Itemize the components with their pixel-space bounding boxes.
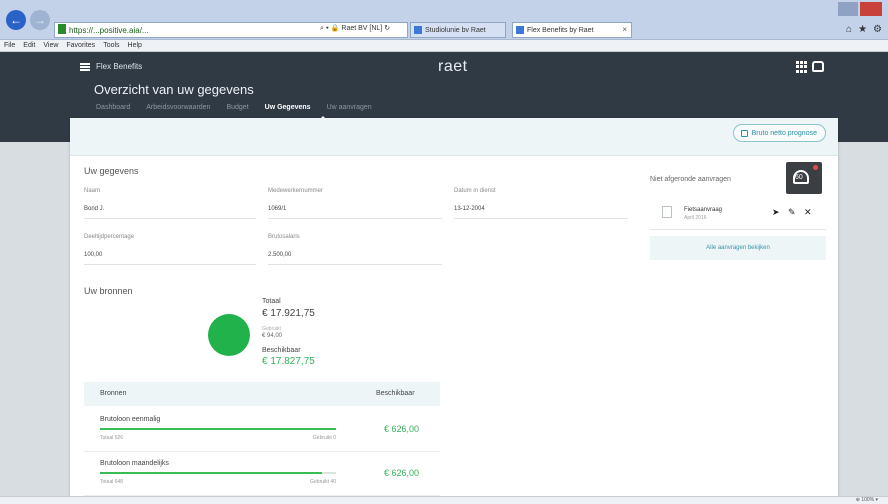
home-icon[interactable]: ⌂ [846, 24, 852, 35]
tab-uw-gegevens[interactable]: Uw Gegevens [265, 104, 311, 111]
browser-titlebar: ← → https://...positive.aia/... ⌕ ▾ 🔒 Ra… [0, 0, 888, 40]
table-header: Bronnen Beschikbaar [84, 382, 440, 406]
tab-label: Flex Benefits by Raet [527, 26, 594, 34]
totaal-label: Totaal [262, 298, 281, 305]
field-value-deeltijdpercentage: 100,00 [84, 252, 256, 265]
sub-navigation: Dashboard Arbeidsvoorwaarden Budget Uw G… [96, 104, 372, 111]
notifications-title: Niet afgeronde aanvragen [650, 176, 731, 183]
row-gebruikt: Gebruikt 0 [312, 435, 336, 441]
field-label-brutosalaris: Brutosalaris [268, 234, 300, 240]
row-name: Brutoloon eenmalig [100, 416, 161, 423]
notification-date: April 2016 [684, 215, 707, 221]
bronnen-title: Uw bronnen [84, 286, 133, 296]
menu-tools[interactable]: Tools [103, 42, 119, 49]
notification-title: Fietsaanvraag [684, 207, 723, 213]
page-title: Overzicht van uw gegevens [94, 82, 254, 97]
site-identity-icon [58, 24, 66, 34]
minimize-button[interactable] [838, 2, 858, 16]
row-totaal: Totaal 626 [100, 435, 124, 441]
menu-view[interactable]: View [43, 42, 58, 49]
hamburger-menu-icon[interactable] [80, 63, 90, 71]
browser-tab[interactable]: Studiolunie bv Raet [410, 22, 506, 38]
field-label-medewerkernummer: Medewerkernummer [268, 188, 324, 194]
beschikbaar-label: Beschikbaar [262, 347, 301, 354]
calculator-icon [740, 130, 748, 137]
table-row[interactable]: Brutoloon maandelijks Totaal 648 Gebruik… [84, 452, 440, 496]
close-window-button[interactable] [860, 2, 882, 16]
delete-close-icon[interactable]: ✕ [804, 207, 812, 218]
main-card: Bruto netto prognose Uw gegevens Naam Bo… [70, 118, 838, 498]
edit-pencil-icon[interactable]: ✎ [788, 207, 796, 218]
favorites-star-icon[interactable]: ★ [858, 24, 867, 35]
browser-statusbar: ⊕ 100% ▾ [0, 496, 888, 504]
tab-label: Studiolunie bv Raet [425, 26, 486, 34]
bruto-netto-prognose-button[interactable]: Bruto netto prognose [732, 124, 826, 142]
field-label-deeltijdpercentage: Deeltijdpercentage [84, 234, 135, 240]
tab-dashboard[interactable]: Dashboard [96, 104, 130, 111]
brand-logo: raet [438, 58, 468, 75]
table-row[interactable]: Brutoloon eenmalig Totaal 626 Gebruikt 0… [84, 408, 440, 452]
window-controls [838, 2, 882, 16]
usage-bar [100, 428, 336, 430]
notification-count: 60 [795, 174, 803, 181]
gebruikt-label: Gebruikt [262, 326, 281, 332]
row-totaal: Totaal 648 [100, 479, 124, 485]
app-name[interactable]: Flex Benefits [96, 62, 142, 71]
menu-file[interactable]: File [4, 42, 15, 49]
column-header-bronnen: Bronnen [100, 390, 127, 397]
tab-close-icon[interactable]: × [622, 25, 627, 34]
zoom-control[interactable]: ⊕ 100% ▾ [856, 497, 878, 503]
back-arrow-icon[interactable]: ← [6, 10, 26, 30]
settings-gear-icon[interactable]: ⚙ [873, 24, 882, 35]
bronnen-pie-chart [208, 314, 250, 356]
notification-dot [813, 165, 818, 170]
column-header-beschikbaar: Beschikbaar [376, 390, 415, 397]
send-icon[interactable]: ➤ [772, 207, 780, 218]
prognose-label: Bruto netto prognose [751, 129, 817, 137]
menu-favorites[interactable]: Favorites [66, 42, 95, 49]
field-value-naam: Bond J. [84, 206, 256, 219]
totaal-value: € 17.921,75 [262, 308, 315, 319]
usage-bar [100, 472, 336, 474]
gegevens-title: Uw gegevens [84, 166, 139, 176]
address-tools[interactable]: ⌕ ▾ 🔒 Raet BV [NL] ↻ [320, 24, 390, 33]
tab-arbeidsvoorwaarden[interactable]: Arbeidsvoorwaarden [146, 104, 210, 111]
notification-item[interactable]: Fietsaanvraag April 2016 ➤ ✎ ✕ [650, 200, 826, 230]
field-label-datum-in-dienst: Datum in dienst [454, 188, 496, 194]
tab-favicon-icon [414, 26, 422, 34]
row-gebruikt: Gebruikt 40 [310, 479, 336, 485]
address-text: https://...positive.aia/... [69, 25, 149, 35]
field-value-medewerkernummer: 1069/1 [268, 206, 442, 219]
document-icon [662, 206, 672, 218]
see-all-requests-link[interactable]: Alle aanvragen bekijken [650, 236, 826, 260]
usage-bar-fill [100, 428, 336, 430]
tab-favicon-icon [516, 26, 524, 34]
row-name: Brutoloon maandelijks [100, 460, 169, 467]
usage-bar-fill [100, 472, 322, 474]
user-profile-icon[interactable] [812, 61, 824, 72]
tab-budget[interactable]: Budget [226, 104, 248, 111]
browser-icons: ⌂ ★ ⚙ [846, 24, 882, 35]
browser-tab-active[interactable]: Flex Benefits by Raet × [512, 22, 632, 38]
field-value-brutosalaris: 2.500,00 [268, 252, 442, 265]
row-amount: € 626,00 [384, 468, 420, 478]
row-amount: € 626,00 [384, 424, 420, 434]
beschikbaar-value: € 17.827,75 [262, 356, 315, 367]
field-label-naam: Naam [84, 188, 101, 194]
tab-uw-aanvragen[interactable]: Uw aanvragen [327, 104, 372, 111]
bronnen-table: Bronnen Beschikbaar Brutoloon eenmalig T… [84, 382, 440, 498]
card-toolbar: Bruto netto prognose [70, 118, 838, 156]
forward-arrow-icon[interactable]: → [30, 10, 50, 30]
gebruikt-value: € 94,00 [262, 333, 283, 339]
menu-help[interactable]: Help [128, 42, 142, 49]
menu-edit[interactable]: Edit [23, 42, 35, 49]
apps-grid-icon[interactable] [796, 61, 808, 73]
field-value-datum-in-dienst: 13-12-2004 [454, 206, 628, 219]
notifications-button[interactable]: 60 [786, 162, 822, 194]
browser-menubar: File Edit View Favorites Tools Help [0, 40, 888, 52]
